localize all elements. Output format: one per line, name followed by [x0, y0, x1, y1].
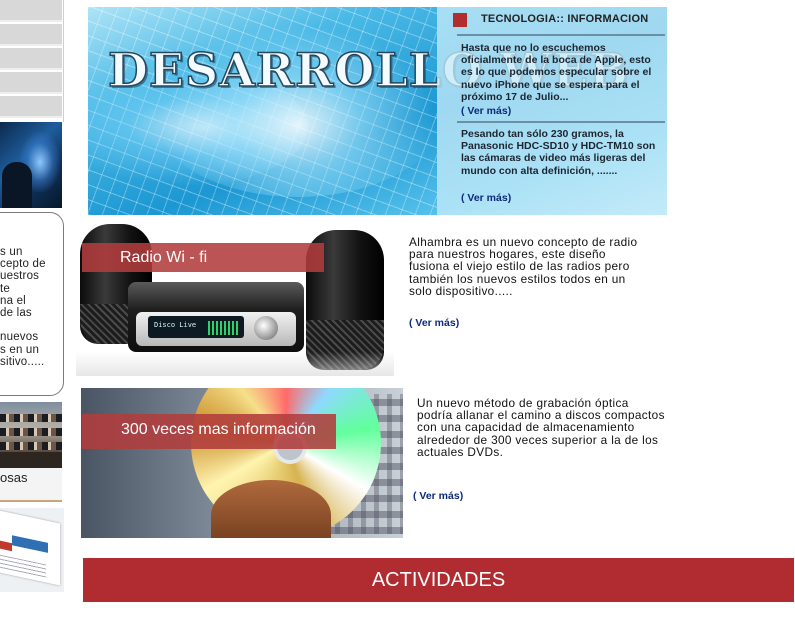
radio-product-label[interactable]: Radio Wi - fi: [82, 243, 324, 272]
disc-read-more-link[interactable]: ( Ver más): [413, 490, 463, 502]
image-silhouette: [2, 162, 32, 208]
newspaper-blue-block: [12, 535, 48, 553]
newspaper-text-lines: [0, 553, 46, 579]
side-conference-caption[interactable]: osas: [0, 468, 62, 502]
image-row: [0, 428, 62, 436]
image-row: [0, 442, 62, 450]
news-panel: TECNOLOGIA:: INFORMACION Hasta que no lo…: [437, 7, 667, 215]
news-item-text: Pesando tan sólo 230 gramos, la Panasoni…: [461, 128, 656, 177]
disc-product-description: Un nuevo método de grabación óptica podr…: [417, 396, 665, 459]
side-newspaper-image[interactable]: [0, 508, 64, 592]
side-conference-image[interactable]: [0, 402, 62, 468]
news-divider: [457, 121, 665, 123]
floor-reflection: [76, 352, 394, 376]
side-nav-item-1[interactable]: [0, 0, 62, 22]
side-article-text: s un cepto de uestros te na el de las nu…: [0, 246, 46, 368]
header-banner: DESARROLLO WEB TECNOLOGIA:: INFORMACION …: [88, 7, 667, 215]
side-nav-item-3[interactable]: [0, 48, 62, 70]
image-row: [0, 414, 62, 422]
radio-display-text: Disco Live: [154, 321, 197, 329]
equalizer-bars: [208, 321, 238, 335]
news-heading: TECNOLOGIA:: INFORMACION: [481, 13, 649, 25]
activities-section-header[interactable]: ACTIVIDADES: [83, 558, 794, 602]
newspaper-sheet: [0, 508, 60, 586]
radio-read-more-link[interactable]: ( Ver más): [409, 317, 459, 329]
radio-unit: Disco Live: [128, 282, 304, 352]
side-tech-image[interactable]: [0, 122, 62, 208]
side-nav-item-4[interactable]: [0, 72, 62, 94]
disc-product-label[interactable]: 300 veces mas información: [82, 414, 336, 449]
image-table: [0, 452, 62, 468]
disc-product-image[interactable]: [81, 388, 403, 538]
radio-display: Disco Live: [148, 316, 244, 338]
news-bullet-icon: [453, 13, 467, 27]
news-divider: [457, 34, 665, 36]
side-caption-text: osas: [0, 470, 28, 485]
volume-knob-icon: [254, 316, 278, 340]
radio-faceplate: Disco Live: [136, 312, 296, 346]
news-item-read-more-link[interactable]: ( Ver más): [461, 105, 511, 117]
newspaper-red-block: [0, 538, 12, 552]
news-item-read-more-link[interactable]: ( Ver más): [461, 192, 511, 204]
side-nav-item-5[interactable]: [0, 96, 62, 118]
side-nav-item-2[interactable]: [0, 24, 62, 46]
radio-product-description: Alhambra es un nuevo concepto de radio p…: [409, 235, 638, 298]
side-divider: [63, 0, 64, 122]
news-item-text: Hasta que no lo escuchemos oficialmente …: [461, 42, 652, 103]
